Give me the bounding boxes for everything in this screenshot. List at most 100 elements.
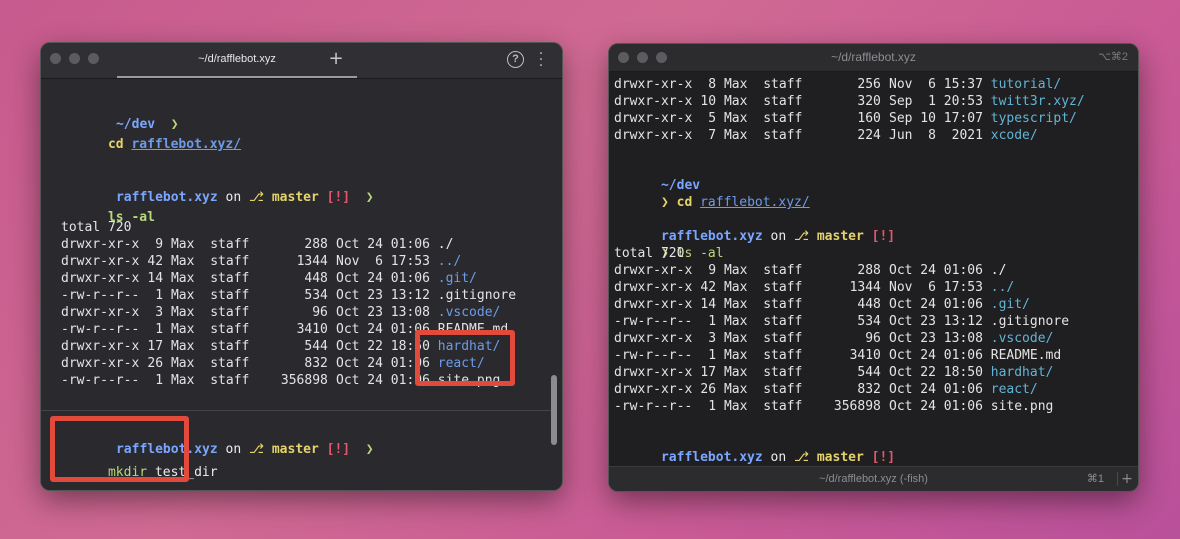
listing-row: -rw-r--r-- 1 Max staff 534 Oct 23 13:12 .giti… [614, 313, 1069, 330]
file-owner: Max [723, 94, 748, 109]
listing-row: drwxr-xr-x 42 Max staff 1344 Nov 6 17:53 ../ [614, 279, 1014, 296]
file-owner: Max [723, 382, 748, 397]
file-size: 832 [304, 356, 328, 371]
window-controls [50, 53, 99, 64]
prompt-arrow: ❯ [365, 190, 374, 205]
branch-icon: ⎇ [249, 442, 265, 457]
command-input-line[interactable]: ❯ mkdir test_dir [614, 449, 794, 482]
git-branch: master [816, 229, 864, 244]
file-size: 544 [304, 339, 328, 354]
file-links: 26 [700, 382, 717, 397]
command-line: ls -al [61, 192, 155, 225]
file-permissions: drwxr-xr-x [614, 365, 693, 380]
file-links: 9 [155, 237, 164, 252]
file-date: Oct 24 01:06 [889, 263, 983, 278]
file-group: staff [210, 288, 250, 303]
git-status: [!] [326, 190, 351, 205]
file-owner: Max [170, 373, 195, 388]
file-size: 1344 [296, 254, 328, 269]
listing-total: total 720 [61, 220, 132, 235]
file-permissions: drwxr-xr-x [614, 331, 693, 346]
file-size: 534 [304, 288, 328, 303]
more-menu-icon[interactable]: · · · [538, 47, 544, 73]
file-group: staff [210, 271, 250, 286]
file-name: ../ [990, 280, 1015, 295]
window-shortcut: ⌥⌘2 [1098, 51, 1128, 63]
file-date: Oct 23 13:08 [336, 305, 430, 320]
file-size: 1344 [849, 280, 881, 295]
file-size: 288 [857, 263, 881, 278]
new-tab-button[interactable]: + [326, 48, 346, 70]
file-size: 3410 [296, 322, 328, 337]
file-size: 356898 [833, 399, 881, 414]
file-owner: Max [170, 237, 195, 252]
session-shortcut: ⌘1 [1086, 473, 1104, 485]
status-divider [1117, 472, 1118, 486]
file-links: 9 [708, 263, 717, 278]
file-size: 320 [857, 94, 881, 109]
file-group: staff [763, 314, 803, 329]
command-arg: -al [131, 210, 155, 225]
file-group: staff [763, 348, 803, 363]
file-date: Oct 24 01:06 [889, 297, 983, 312]
file-date: Nov 6 15:37 [889, 77, 983, 92]
file-links: 42 [700, 280, 717, 295]
file-permissions: drwxr-xr-x [61, 356, 140, 371]
listing-row: -rw-r--r-- 1 Max staff 534 Oct 23 13:12 .giti… [61, 287, 516, 304]
file-links: 14 [147, 271, 164, 286]
scrollbar-thumb[interactable] [551, 375, 557, 445]
file-links: 42 [147, 254, 164, 269]
file-name: typescript/ [990, 111, 1077, 126]
file-permissions: -rw-r--r-- [614, 399, 693, 414]
file-owner: Max [723, 77, 748, 92]
file-owner: Max [723, 399, 748, 414]
file-group: staff [763, 94, 803, 109]
listing-row: drwxr-xr-x 8 Max staff 256 Nov 6 15:37 tutori… [614, 76, 1061, 93]
minimize-button[interactable] [69, 53, 80, 64]
file-name: .vscode/ [990, 331, 1054, 346]
file-group: staff [763, 365, 803, 380]
window-title: ~/d/rafflebot.xyz [831, 50, 916, 64]
tab-rafflebot[interactable]: ~/d/rafflebot.xyz [117, 43, 357, 78]
command-arg: -al [700, 246, 724, 261]
file-permissions: drwxr-xr-x [61, 271, 140, 286]
session-title: ~/d/rafflebot.xyz (-fish) [819, 473, 928, 485]
file-permissions: drwxr-xr-x [614, 111, 693, 126]
file-name: xcode/ [990, 128, 1038, 143]
prompt-on: on [225, 442, 242, 457]
prompt-line: rafflebot.xyz on ⎇ master [!] [614, 432, 895, 465]
git-branch: master [271, 442, 319, 457]
file-owner: Max [170, 305, 195, 320]
file-owner: Max [723, 280, 748, 295]
new-session-button[interactable]: + [1120, 467, 1134, 491]
close-button[interactable] [50, 53, 61, 64]
file-links: 5 [708, 111, 717, 126]
file-name: .vscode/ [437, 305, 501, 320]
file-owner: Max [723, 348, 748, 363]
file-name: .git/ [990, 297, 1030, 312]
file-permissions: drwxr-xr-x [614, 280, 693, 295]
help-icon[interactable]: ? [507, 51, 524, 68]
git-branch: master [816, 450, 864, 465]
file-name: ../ [437, 254, 462, 269]
terminal-output[interactable]: drwxr-xr-x 8 Max staff 256 Nov 6 15:37 tutori… [609, 72, 1138, 491]
file-size: 356898 [280, 373, 328, 388]
command-arg: rafflebot.xyz/ [700, 195, 810, 210]
file-group: staff [210, 237, 250, 252]
prompt-line: ~/dev [614, 160, 700, 193]
file-owner: Max [723, 263, 748, 278]
git-status: [!] [871, 450, 896, 465]
listing-row: drwxr-xr-x 14 Max staff 448 Oct 24 01:06 .git… [61, 270, 477, 287]
file-links: 8 [708, 77, 717, 92]
listing-row: drwxr-xr-x 3 Max staff 96 Oct 23 13:08 .vscod… [614, 330, 1053, 347]
file-size: 534 [857, 314, 881, 329]
file-name: ./ [990, 263, 1007, 278]
file-date: Oct 22 18:50 [889, 365, 983, 380]
file-owner: Max [170, 271, 195, 286]
listing-row: -rw-r--r-- 1 Max staff 356898 Oct 24 01:06 si… [614, 398, 1053, 415]
file-date: Oct 23 13:12 [889, 314, 983, 329]
zoom-button[interactable] [88, 53, 99, 64]
listing-row: drwxr-xr-x 7 Max staff 224 Jun 8 2021 xcode/ [614, 127, 1038, 144]
file-date: Sep 10 17:07 [889, 111, 983, 126]
file-size: 288 [304, 237, 328, 252]
